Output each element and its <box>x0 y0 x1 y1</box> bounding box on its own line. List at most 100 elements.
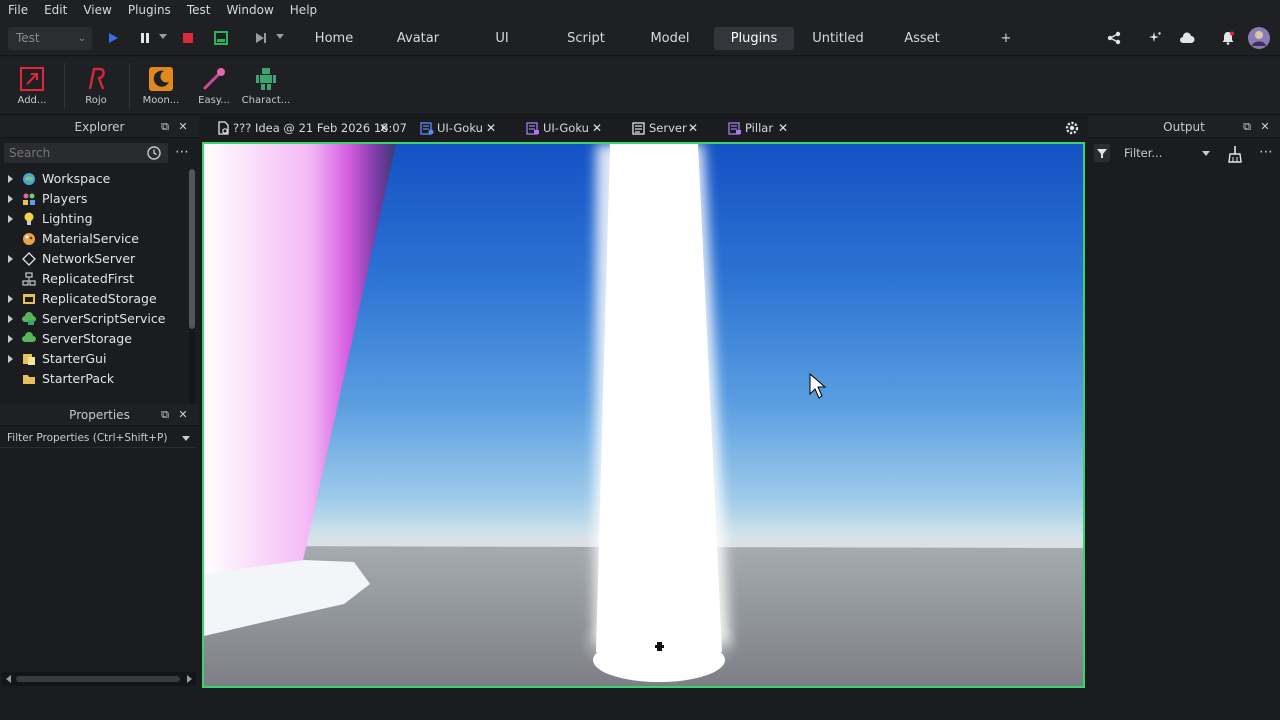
doc-tab-label: Server <box>649 121 687 135</box>
menu-edit[interactable]: Edit <box>36 0 75 20</box>
properties-filter-input[interactable]: Filter Properties (Ctrl+Shift+P) <box>0 428 196 448</box>
close-icon[interactable]: ✕ <box>592 116 602 140</box>
undock-icon[interactable]: ⧉ <box>1240 120 1254 134</box>
explorer-item-lighting[interactable]: Lighting <box>0 209 190 229</box>
scrollbar-thumb[interactable] <box>189 169 195 329</box>
doc-tab-ui-goku-module[interactable]: UI-Goku ✕ <box>526 116 606 140</box>
cloud-button[interactable] <box>1178 29 1196 47</box>
explorer-item-workspace[interactable]: Workspace <box>0 169 190 189</box>
expand-arrow-icon[interactable] <box>8 295 13 303</box>
tab-avatar[interactable]: Avatar <box>382 27 454 50</box>
expand-arrow-icon[interactable] <box>8 335 13 343</box>
scrollbar-thumb[interactable] <box>16 676 180 682</box>
more-options-icon[interactable]: ⋯ <box>1258 145 1274 161</box>
easy-icon <box>200 65 228 93</box>
menu-test[interactable]: Test <box>179 0 219 20</box>
menu-file[interactable]: File <box>0 0 36 20</box>
properties-horizontal-scrollbar[interactable] <box>2 672 196 686</box>
scroll-left-icon[interactable] <box>6 675 11 683</box>
menu-view[interactable]: View <box>75 0 119 20</box>
ribbon-easy-button[interactable]: Easy... <box>186 61 242 111</box>
stop-button[interactable] <box>179 29 197 47</box>
doc-tab-label: UI-Goku <box>543 121 589 135</box>
close-icon[interactable]: ✕ <box>176 408 190 422</box>
rojo-icon <box>82 65 110 93</box>
chevron-down-icon[interactable] <box>182 436 190 441</box>
menu-window[interactable]: Window <box>218 0 281 20</box>
expand-arrow-icon[interactable] <box>8 175 13 183</box>
scroll-right-icon[interactable] <box>187 675 192 683</box>
expand-arrow-icon[interactable] <box>8 215 13 223</box>
expand-arrow-icon[interactable] <box>8 255 13 263</box>
script-icon <box>632 122 645 135</box>
explorer-item-materialservice[interactable]: MaterialService <box>0 229 190 249</box>
tab-script[interactable]: Script <box>552 27 620 50</box>
tab-model[interactable]: Model <box>636 27 704 50</box>
output-filter-input[interactable]: Filter... <box>1118 142 1214 164</box>
explorer-item-serverscriptservice[interactable]: ServerScriptService <box>0 309 190 329</box>
tab-home[interactable]: Home <box>300 27 368 50</box>
explorer-item-replicatedstorage[interactable]: ReplicatedStorage <box>0 289 190 309</box>
close-icon[interactable]: ✕ <box>379 116 389 140</box>
pause-button[interactable] <box>136 29 154 47</box>
close-icon[interactable]: ✕ <box>486 116 496 140</box>
clear-output-button[interactable] <box>1226 145 1242 163</box>
ribbon-rojo-button[interactable]: Rojo <box>68 61 124 111</box>
server-script-service-icon <box>22 312 36 326</box>
undock-icon[interactable]: ⧉ <box>158 408 172 422</box>
doc-tab-pillar[interactable]: Pillar ✕ <box>728 116 794 140</box>
step-button[interactable] <box>252 29 270 47</box>
undock-icon[interactable]: ⧉ <box>158 120 172 134</box>
ribbon-add-plugin-button[interactable]: Add... <box>4 61 60 111</box>
expand-arrow-icon[interactable] <box>8 195 13 203</box>
filter-button[interactable] <box>1094 144 1110 162</box>
cloud-icon <box>1180 32 1195 43</box>
close-icon[interactable]: ✕ <box>688 116 698 140</box>
close-icon[interactable]: ✕ <box>778 116 788 140</box>
explorer-item-players[interactable]: Players <box>0 189 190 209</box>
game-viewport[interactable] <box>202 142 1085 688</box>
tab-untitled[interactable]: Untitled <box>804 27 872 50</box>
explorer-item-networkserver[interactable]: NetworkServer <box>0 249 190 269</box>
ribbon-moon-button[interactable]: Moon... <box>133 61 189 111</box>
play-button[interactable] <box>104 29 122 47</box>
expand-arrow-icon[interactable] <box>8 315 13 323</box>
notifications-button[interactable] <box>1219 29 1237 47</box>
close-icon[interactable]: ✕ <box>1258 120 1272 134</box>
pause-dropdown-arrow[interactable] <box>159 34 167 39</box>
tab-ui[interactable]: UI <box>470 27 534 50</box>
explorer-item-startergui[interactable]: StarterGui <box>0 349 190 369</box>
step-dropdown-arrow[interactable] <box>276 34 284 39</box>
share-button[interactable] <box>1105 29 1123 47</box>
players-icon <box>22 192 36 206</box>
explorer-item-starterpack[interactable]: StarterPack <box>0 369 190 389</box>
status-bar <box>0 688 1280 720</box>
doc-tab-idea[interactable]: ??? Idea @ 21 Feb 2026 16:07 ✕ <box>216 116 407 140</box>
explorer-item-serverstorage[interactable]: ServerStorage <box>0 329 190 349</box>
explorer-search-input[interactable] <box>4 143 168 163</box>
chevron-down-icon[interactable] <box>1202 151 1210 156</box>
assistant-button[interactable] <box>1146 29 1164 47</box>
expand-arrow-icon[interactable] <box>8 355 13 363</box>
top-toolbar: Test ⌄ Home Avatar UI Script Model Plugi… <box>0 20 1280 56</box>
ribbon-character-button[interactable]: Charact... <box>238 61 294 111</box>
history-button[interactable] <box>146 145 162 161</box>
ribbon-separator <box>64 63 65 109</box>
explorer-item-label: ServerStorage <box>42 331 132 346</box>
chevron-down-icon: ⌄ <box>77 33 86 44</box>
doc-tab-server[interactable]: Server ✕ <box>632 116 704 140</box>
menu-help[interactable]: Help <box>282 0 325 20</box>
close-icon[interactable]: ✕ <box>176 120 190 134</box>
explorer-item-replicatedfirst[interactable]: ReplicatedFirst <box>0 269 190 289</box>
avatar[interactable] <box>1248 27 1270 49</box>
viewport-settings-button[interactable] <box>1064 120 1080 136</box>
doc-tab-ui-goku-local[interactable]: UI-Goku ✕ <box>420 116 500 140</box>
tab-plugins[interactable]: Plugins <box>714 27 794 50</box>
ribbon-separator <box>129 63 130 109</box>
mode-select[interactable]: Test ⌄ <box>8 27 92 50</box>
menu-plugins[interactable]: Plugins <box>120 0 179 20</box>
add-tab-button[interactable]: + <box>994 27 1018 50</box>
tab-asset[interactable]: Asset <box>888 27 956 50</box>
test-screen-button[interactable] <box>212 29 230 47</box>
more-options-icon[interactable]: ⋯ <box>174 145 190 161</box>
